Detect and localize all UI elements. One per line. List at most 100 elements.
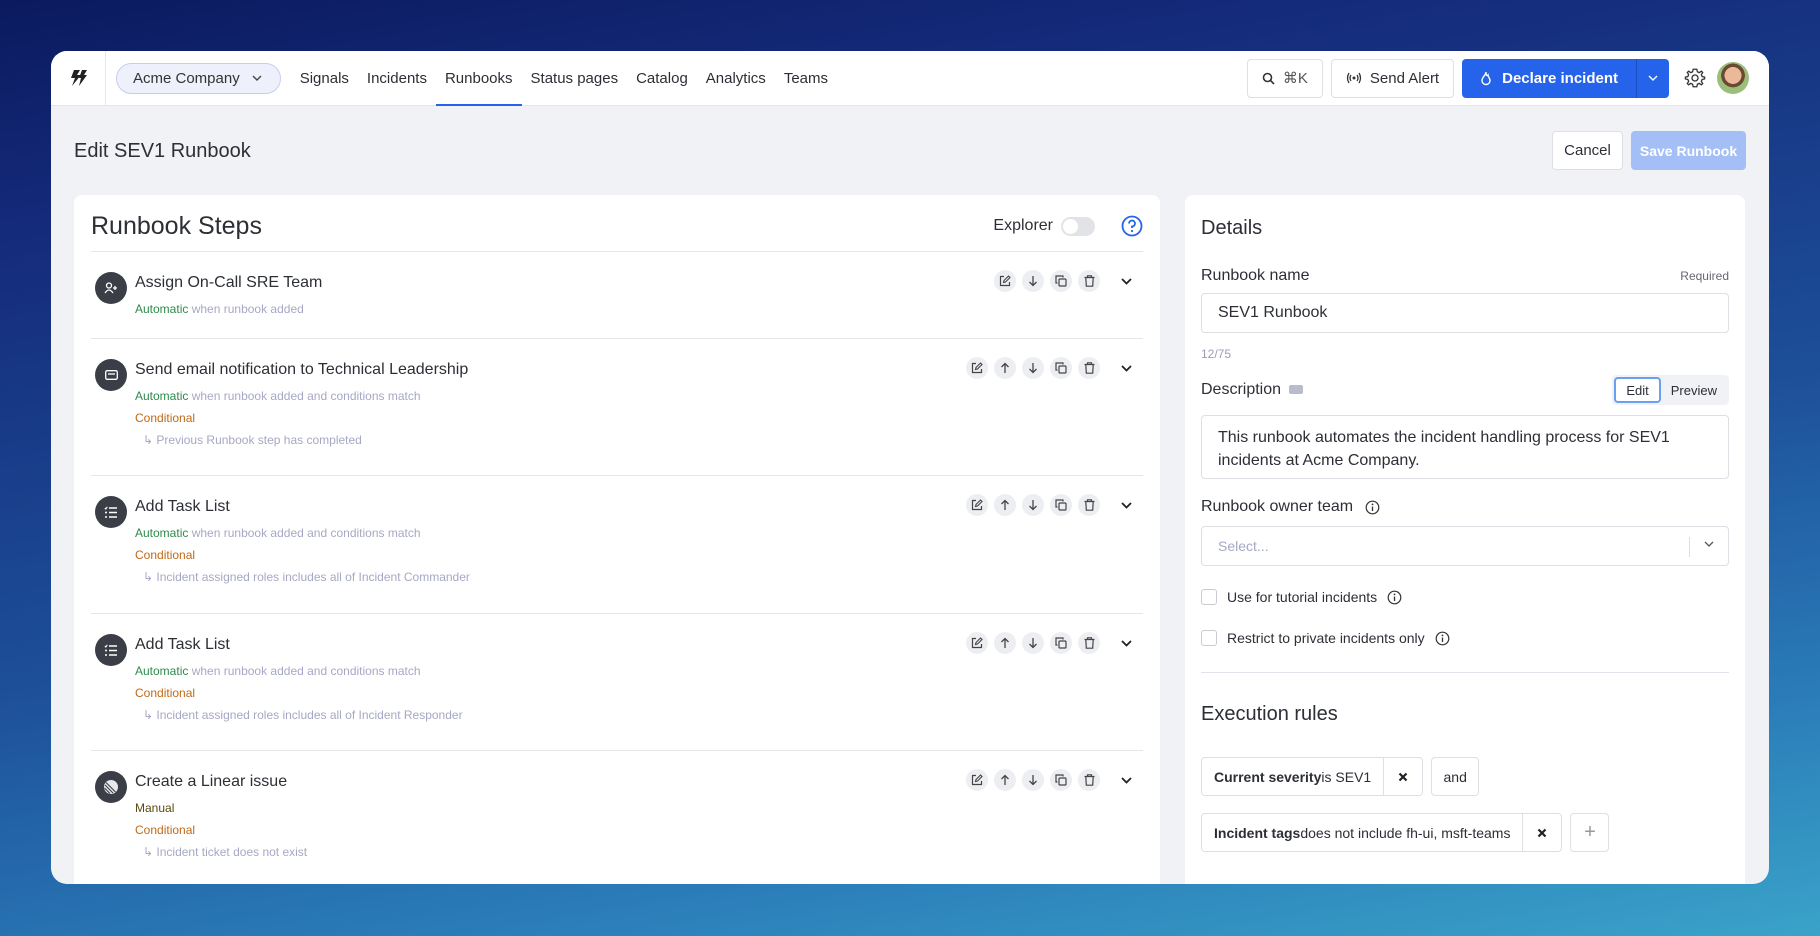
execution-rule: Current severity is SEV1 and [1201,757,1480,796]
declare-incident-menu-button[interactable] [1636,58,1669,98]
nav-runbooks[interactable]: Runbooks [435,51,522,106]
add-rule-button[interactable]: + [1570,813,1610,852]
mail-icon [95,359,127,391]
nav-incidents[interactable]: Incidents [358,51,436,106]
save-runbook-button[interactable]: Save Runbook [1631,131,1746,170]
edit-step-button[interactable] [966,769,988,791]
trigger-text: when runbook added and conditions match [191,389,421,403]
nav-catalog[interactable]: Catalog [627,51,697,106]
move-up-step-button[interactable] [994,632,1016,654]
delete-step-button[interactable] [1078,494,1100,516]
runbook-name-value: SEV1 Runbook [1218,304,1328,321]
info-icon[interactable] [1387,590,1402,605]
duplicate-icon [1055,275,1067,287]
expand-step-button[interactable] [1118,360,1134,376]
move-down-step-button[interactable] [1022,769,1044,791]
duplicate-step-button[interactable] [1050,632,1072,654]
org-name: Acme Company [133,69,240,87]
edit-icon [971,774,983,786]
expand-step-button[interactable] [1118,497,1134,513]
expand-step-button[interactable] [1118,273,1134,289]
owner-team-select[interactable]: Select... [1201,526,1729,566]
description-textarea[interactable]: This runbook automates the incident hand… [1201,415,1729,479]
edit-icon [971,499,983,511]
tab-edit[interactable]: Edit [1614,377,1661,403]
delete-step-button[interactable] [1078,270,1100,292]
explorer-toggle[interactable] [1061,216,1095,236]
edit-step-button[interactable] [966,357,988,379]
tutorial-checkbox[interactable] [1201,589,1217,605]
send-alert-button[interactable]: Send Alert [1330,58,1455,98]
move-up-step-button[interactable] [994,494,1016,516]
edit-step-button[interactable] [966,632,988,654]
step-trigger: Automatic when runbook added and conditi… [135,526,421,540]
duplicate-icon [1055,499,1067,511]
step-actions [994,270,1134,292]
execution-rules-title: Execution rules [1201,703,1338,725]
rule-body[interactable]: Incident tags does not include fh-ui, ms… [1201,813,1524,852]
delete-step-button[interactable] [1078,632,1100,654]
delete-step-button[interactable] [1078,769,1100,791]
rule-connector-button[interactable]: and [1431,757,1480,796]
edit-step-button[interactable] [994,270,1016,292]
info-icon[interactable] [1435,631,1450,646]
step-trigger: Automatic when runbook added and conditi… [135,389,421,403]
page-title: Edit SEV1 Runbook [74,140,251,162]
duplicate-step-button[interactable] [1050,357,1072,379]
top-nav: Acme Company Signals Incidents Runbooks … [51,51,1769,106]
runbook-step[interactable]: Send email notification to Technical Lea… [91,339,1143,476]
move-down-step-button[interactable] [1022,494,1044,516]
move-down-step-button[interactable] [1022,632,1044,654]
tab-preview[interactable]: Preview [1661,377,1727,403]
private-checkbox[interactable] [1201,630,1217,646]
move-down-step-button[interactable] [1022,270,1044,292]
settings-button[interactable] [1681,64,1709,92]
declare-incident-group: Declare incident [1462,58,1669,98]
step-title: Add Task List [135,498,230,515]
edit-icon [999,275,1011,287]
nav-analytics[interactable]: Analytics [697,51,775,106]
runbook-step[interactable]: Add Task List Automatic when runbook adde… [91,476,1143,614]
remove-rule-button[interactable] [1523,813,1563,852]
help-icon[interactable] [1121,215,1143,237]
duplicate-step-button[interactable] [1050,769,1072,791]
edit-step-button[interactable] [966,494,988,516]
user-avatar[interactable] [1717,62,1749,94]
rule-body[interactable]: Current severity is SEV1 [1201,757,1385,796]
move-up-step-button[interactable] [994,357,1016,379]
cancel-button[interactable]: Cancel [1552,131,1623,170]
description-mode-tabs: Edit Preview [1612,375,1729,405]
org-switcher[interactable]: Acme Company [116,62,281,94]
declare-incident-button[interactable]: Declare incident [1462,59,1636,98]
duplicate-step-button[interactable] [1050,270,1072,292]
runbook-step[interactable]: Assign On-Call SRE Team Automatic when ru… [91,252,1143,339]
nav-status-pages[interactable]: Status pages [522,51,628,106]
search-button[interactable]: ⌘K [1246,58,1323,98]
runbook-step[interactable]: Create a Linear issue Manual Conditional ↳… [91,751,1143,884]
expand-step-button[interactable] [1118,772,1134,788]
delete-step-button[interactable] [1078,357,1100,379]
step-actions [966,494,1134,516]
arrow-down-icon [1028,499,1038,511]
arrow-down-icon [1028,275,1038,287]
task-list-icon [95,634,127,666]
duplicate-step-button[interactable] [1050,494,1072,516]
nav-signals[interactable]: Signals [291,51,358,106]
details-title: Details [1201,217,1263,239]
conditional-label: Conditional [135,686,196,700]
info-icon[interactable] [1365,500,1380,515]
runbook-name-input[interactable]: SEV1 Runbook [1201,293,1729,333]
arrow-up-icon [1000,499,1010,511]
runbook-step[interactable]: Add Task List Automatic when runbook adde… [91,614,1143,751]
remove-rule-button[interactable] [1384,757,1424,796]
expand-step-button[interactable] [1118,635,1134,651]
nav-teams[interactable]: Teams [775,51,837,106]
move-down-step-button[interactable] [1022,357,1044,379]
logo[interactable] [51,51,106,106]
step-trigger: Automatic when runbook added [135,302,304,316]
firehydrant-logo-icon [71,70,87,86]
section-divider [1201,672,1729,673]
step-actions [966,357,1134,379]
move-up-step-button[interactable] [994,769,1016,791]
trigger-text: when runbook added [191,302,304,316]
